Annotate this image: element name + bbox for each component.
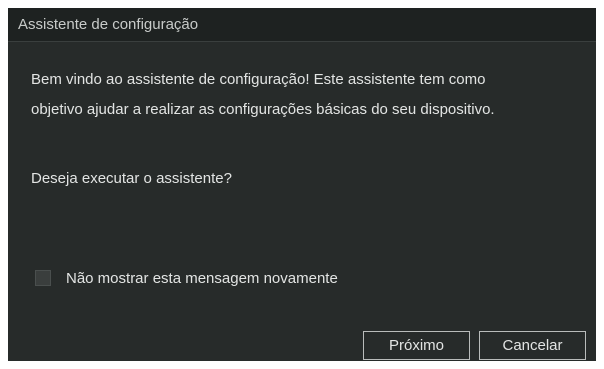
dont-show-again-checkbox[interactable]	[35, 270, 51, 286]
welcome-message: Bem vindo ao assistente de configuração!…	[31, 65, 581, 125]
dialog-title: Assistente de configuração	[18, 16, 199, 33]
dont-show-again-label[interactable]: Não mostrar esta mensagem novamente	[66, 270, 338, 287]
next-button[interactable]: Próximo	[363, 331, 470, 360]
dont-show-again-option[interactable]: Não mostrar esta mensagem novamente	[35, 267, 338, 289]
run-wizard-question: Deseja executar o assistente?	[31, 170, 232, 187]
setup-wizard-dialog: Assistente de configuração Bem vindo ao …	[8, 8, 596, 361]
dialog-titlebar: Assistente de configuração	[8, 8, 596, 42]
welcome-message-line-2: objetivo ajudar a realizar as configuraç…	[31, 101, 495, 118]
cancel-button[interactable]: Cancelar	[479, 331, 586, 360]
welcome-message-line-1: Bem vindo ao assistente de configuração!…	[31, 71, 486, 88]
